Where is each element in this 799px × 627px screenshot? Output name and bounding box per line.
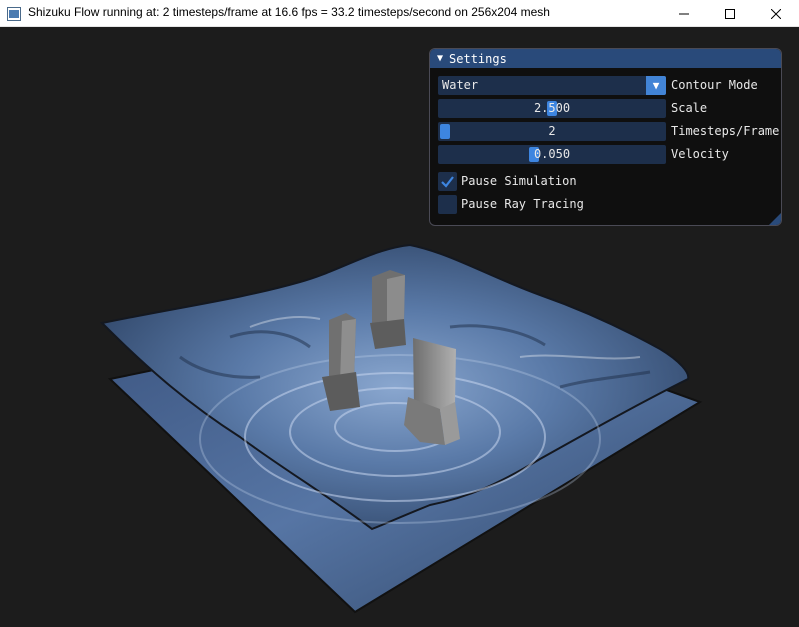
maximize-button[interactable] [707, 0, 753, 27]
triangle-down-icon[interactable]: ▼ [437, 53, 443, 64]
pause-simulation-checkbox[interactable] [438, 172, 457, 191]
minimize-button[interactable] [661, 0, 707, 27]
settings-title-bar[interactable]: ▼ Settings [430, 49, 781, 68]
triangle-down-icon: ▼ [652, 79, 660, 92]
pause-simulation-label: Pause Simulation [461, 174, 577, 188]
pause-ray-tracing-label: Pause Ray Tracing [461, 197, 584, 211]
minimize-icon [679, 13, 689, 14]
window-title: Shizuku Flow running at: 2 timesteps/fra… [28, 5, 550, 19]
settings-window[interactable]: ▼ Settings Water ▼ Contour Mode 2.500 Sc… [429, 48, 782, 226]
timesteps-value: 2 [548, 124, 556, 138]
velocity-label: Velocity [671, 147, 729, 161]
maximize-icon [725, 8, 735, 19]
scale-slider[interactable]: 2.500 [438, 99, 666, 118]
velocity-value: 0.050 [533, 147, 571, 161]
close-button[interactable] [753, 0, 799, 27]
combo-arrow-button[interactable]: ▼ [646, 76, 666, 95]
timesteps-label: Timesteps/Frame [671, 124, 780, 138]
window-app-icon [7, 6, 21, 21]
scale-value: 2.500 [533, 101, 571, 115]
title-bar[interactable]: Shizuku Flow running at: 2 timesteps/fra… [0, 0, 799, 27]
velocity-slider[interactable]: 0.050 [438, 145, 666, 164]
settings-title: Settings [449, 51, 507, 66]
scale-label: Scale [671, 101, 708, 115]
resize-grip[interactable] [769, 213, 781, 225]
contour-mode-value: Water [442, 78, 479, 92]
contour-mode-label: Contour Mode [671, 78, 758, 92]
pause-ray-tracing-checkbox[interactable] [438, 195, 457, 214]
close-icon [771, 8, 781, 19]
checkmark-icon [441, 176, 454, 188]
contour-mode-combo[interactable]: Water ▼ [438, 76, 666, 95]
timesteps-slider[interactable]: 2 [438, 122, 666, 141]
